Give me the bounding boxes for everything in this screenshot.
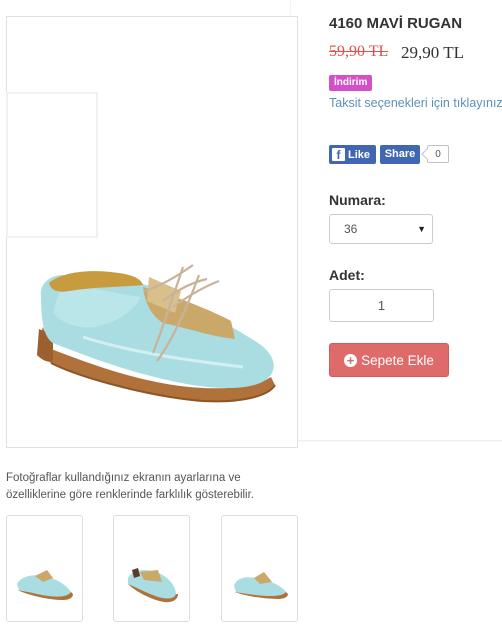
facebook-like-button[interactable]: f Like bbox=[329, 145, 376, 164]
quantity-label: Adet: bbox=[329, 267, 365, 283]
new-price: 29,90 TL bbox=[401, 43, 464, 62]
thumbnail-1[interactable] bbox=[6, 515, 83, 622]
shoe-image bbox=[37, 264, 276, 403]
facebook-icon: f bbox=[332, 148, 345, 161]
like-label: Like bbox=[348, 148, 371, 161]
image-zoom-lens bbox=[6, 92, 98, 238]
plus-circle-icon: + bbox=[344, 353, 358, 367]
shoe-thumbnail-image bbox=[128, 568, 178, 603]
discount-badge: İndirim bbox=[329, 75, 373, 91]
thumbnail-3[interactable] bbox=[221, 515, 298, 622]
product-title: 4160 MAVİ RUGAN bbox=[329, 15, 463, 32]
photo-disclaimer: Fotoğraflar kullandığınız ekranın ayarla… bbox=[6, 472, 255, 501]
size-select[interactable]: 36 ▼ bbox=[329, 214, 433, 244]
facebook-share-button[interactable]: Share bbox=[380, 145, 420, 164]
quantity-input[interactable]: 1 bbox=[329, 289, 434, 322]
chevron-down-icon: ▼ bbox=[417, 224, 426, 234]
share-count: 0 bbox=[427, 145, 449, 163]
size-selected-value: 36 bbox=[344, 222, 358, 236]
installment-link[interactable]: Taksit seçenekleri için tıklayınız bbox=[329, 96, 502, 110]
add-to-cart-button[interactable]: + Sepete Ekle bbox=[329, 343, 449, 377]
size-label: Numara: bbox=[329, 192, 386, 208]
shoe-thumbnail-image bbox=[234, 572, 288, 599]
shoe-thumbnail-image bbox=[17, 570, 73, 600]
old-price: 59,90 TL bbox=[329, 43, 389, 60]
thumbnail-2[interactable] bbox=[113, 515, 190, 622]
add-to-cart-label: Sepete Ekle bbox=[361, 352, 434, 368]
